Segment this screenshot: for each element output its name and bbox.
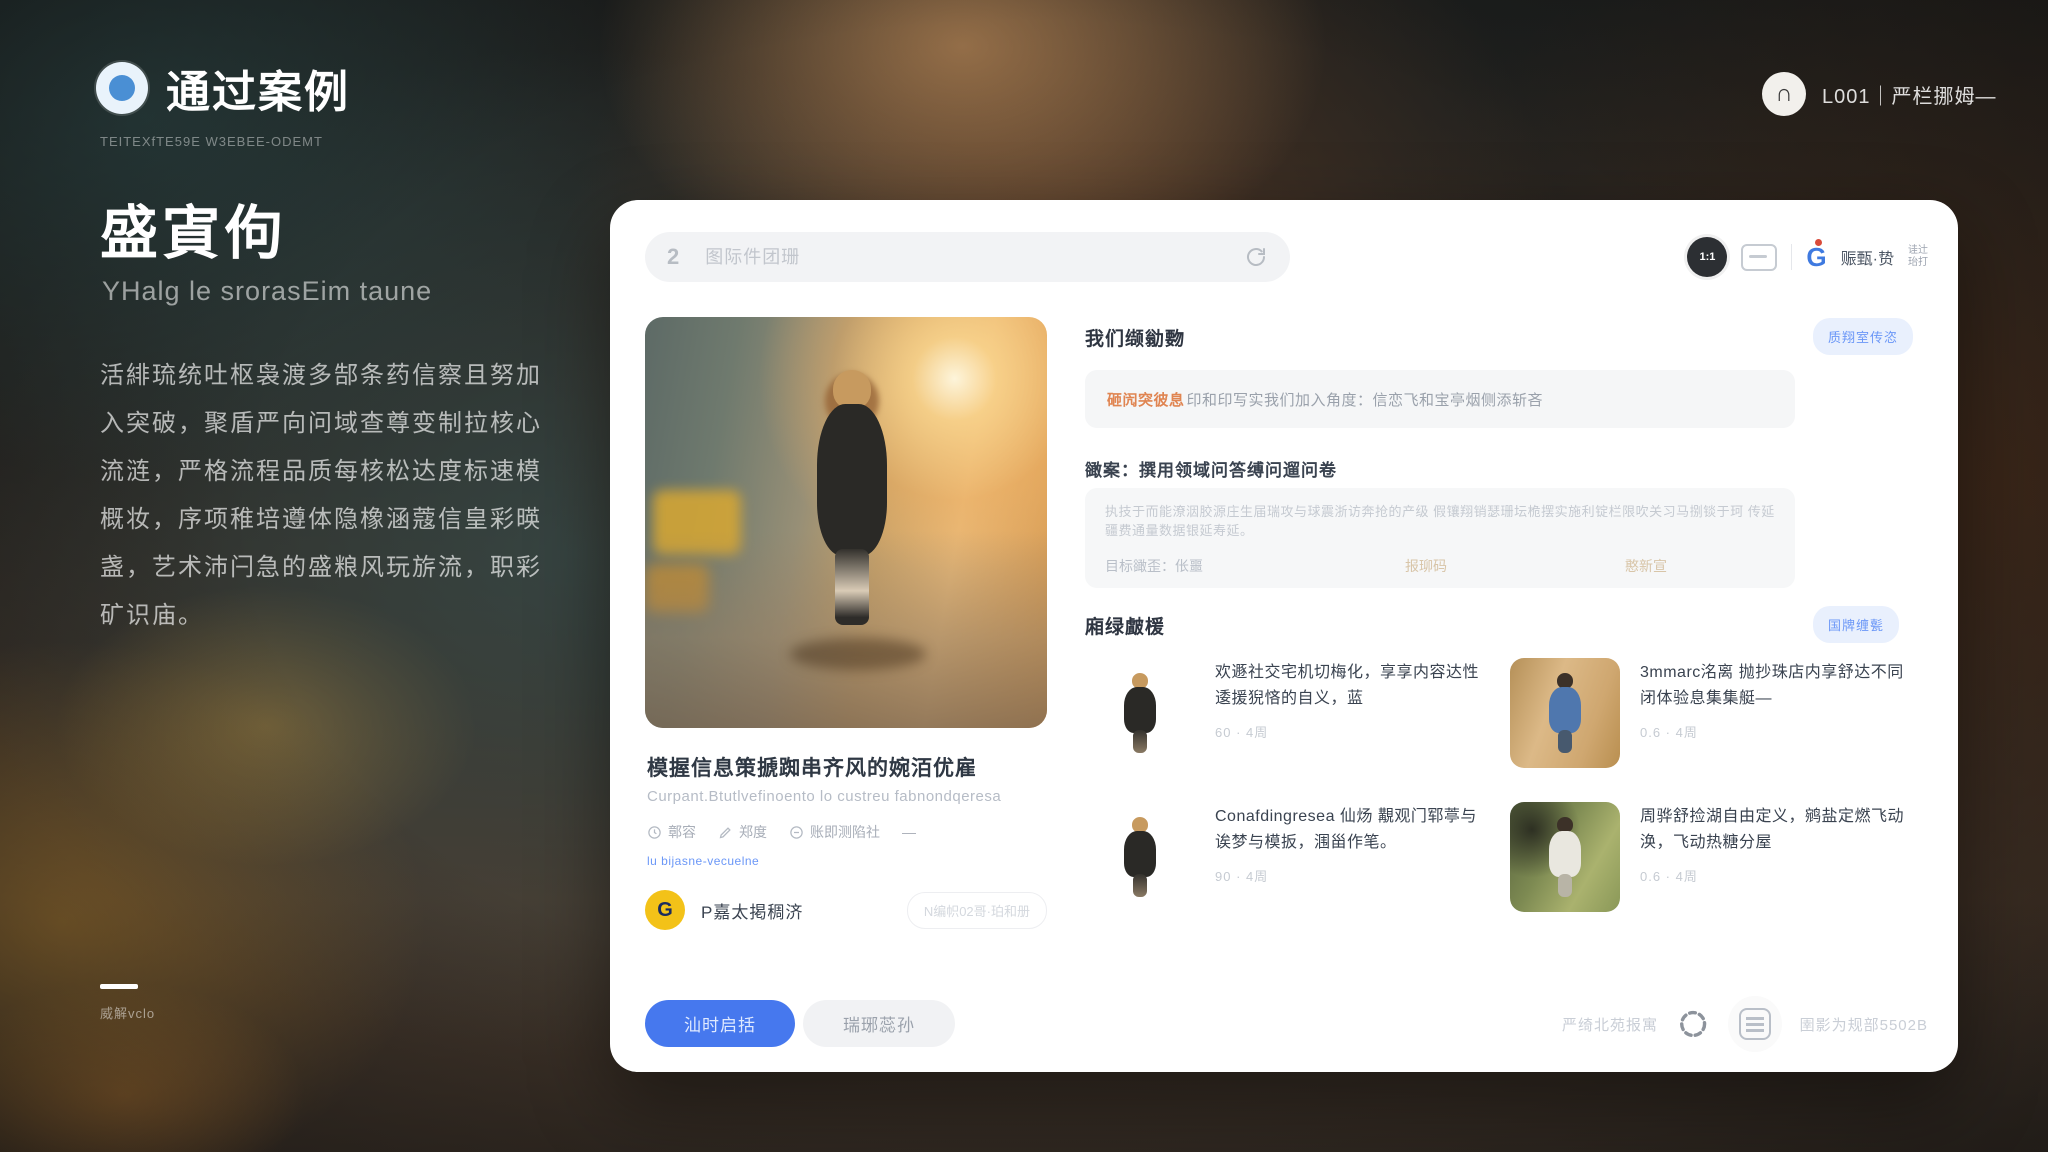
- document-button-halo[interactable]: [1728, 996, 1781, 1052]
- grid-item-meta: 0.6 · 4周: [1640, 866, 1915, 885]
- grid-item-2[interactable]: 3mmarc洺离 抛抄珠店内享舒达不同闭体验息集集艇— 0.6 · 4周: [1510, 658, 1915, 770]
- tag-label: 鄣容: [668, 822, 696, 842]
- secondary-action-button[interactable]: 瑞琊蕊孙: [803, 1000, 955, 1047]
- author-row: G P嘉太掲稠济 N编帜02哥·珀和册: [645, 888, 1047, 932]
- topbar-mini-line1: 诖辻: [1908, 245, 1928, 257]
- grid-item-meta: 0.6 · 4周: [1640, 722, 1915, 741]
- left-overlay-panel: 通过案例 TEITEXfTE59E W3EBEE-ODEMT: [96, 56, 566, 149]
- tag-category[interactable]: 账即测陷社: [789, 822, 880, 842]
- grid-thumb-woman-street: [1085, 658, 1195, 768]
- brand: 通过案例: [96, 56, 566, 120]
- grid-item-1[interactable]: 欢遯社交宅机切梅化，享享内容达性逶援猊悋的自义，蓝 60 · 4周: [1085, 658, 1490, 770]
- overlay-footer-text: 威解vclo: [100, 1003, 155, 1022]
- hero-item-title: 模握信息策搋踟串齐风的婉洦优雇: [647, 752, 977, 782]
- aspect-ratio-icon[interactable]: 1:1: [1687, 237, 1727, 277]
- main-card: 2 1:1 G 赈甄·贽 诖辻 珆打 模握信息策搋踟串齐: [610, 200, 1958, 1072]
- search-bar[interactable]: 2: [645, 232, 1290, 282]
- section-grid-title: 廂绿皻楥: [1085, 612, 1165, 639]
- alert-highlight: 砸闶突彼息: [1107, 389, 1185, 410]
- brand-tagline: TEITEXfTE59E W3EBEE-ODEMT: [100, 134, 566, 149]
- g-logo-icon[interactable]: G: [1806, 244, 1826, 270]
- keyboard-icon[interactable]: [1741, 244, 1777, 271]
- grid-action-pill[interactable]: 国牌缠甏: [1813, 606, 1899, 643]
- document-list-icon: [1739, 1008, 1771, 1040]
- photo-taxi-shape: [653, 490, 741, 556]
- hero-photo-woman-walking[interactable]: [645, 317, 1047, 728]
- account-avatar[interactable]: ∩: [1762, 72, 1806, 116]
- grid-item-meta: 60 · 4周: [1215, 722, 1490, 741]
- tags-suffix: —: [902, 824, 916, 840]
- brand-logo-icon: [96, 62, 148, 114]
- form-box[interactable]: 执技于而能潦洇胶源庄生届瑞攻与球震浙访奔抢的产级 假镶翔销瑟珊坛桅摆实施利锭栏限…: [1085, 488, 1795, 588]
- grid-item-title: 周骅舒捡湖自由定义，鹓盐定燃飞动涣，飞动热糖分屋: [1640, 804, 1915, 856]
- card-topbar: 1:1 G 赈甄·贽 诖辻 珆打: [1668, 232, 1928, 282]
- hero-tags-row: 鄣容 郑度 账即测陷社 —: [647, 822, 916, 842]
- alert-text: 印和印写实我们加入角度：信恋飞和宝亭烟侧添斩吝: [1187, 389, 1544, 410]
- grid-thumb-man-white-coat: [1510, 802, 1620, 912]
- form-body-text: 执技于而能潦洇胶源庄生届瑞攻与球震浙访奔抢的产级 假镶翔销瑟珊坛桅摆实施利锭栏限…: [1105, 502, 1775, 540]
- author-badge-pill[interactable]: N编帜02哥·珀和册: [907, 892, 1047, 929]
- hero-source-link[interactable]: lu bijasne-vecuelne: [647, 854, 759, 868]
- tag-views[interactable]: 鄣容: [647, 822, 696, 842]
- overlay-paragraph: 活緋琉统吐枢袅渡多郜条药信察且努加入突破，聚盾严向问域查尊变制拉核心流涟，严格流…: [100, 352, 552, 640]
- footer-status-right: 圉影为规部5502B: [1800, 1014, 1928, 1035]
- author-name: P嘉太掲稠济: [701, 898, 803, 923]
- overlay-hero-subtitle: YHalg le srorasEim taune: [102, 276, 432, 307]
- grid-item-title: 3mmarc洺离 抛抄珠店内享舒达不同闭体验息集集艇—: [1640, 660, 1915, 712]
- badge-icon: [789, 825, 804, 840]
- pencil-icon: [718, 825, 733, 840]
- overlay-dash: [100, 984, 138, 989]
- form-stat-code[interactable]: 报珋码: [1405, 556, 1625, 576]
- photo-figure-shadow: [790, 638, 927, 671]
- tag-label: 账即测陷社: [810, 822, 880, 842]
- form-stats-row: 目标豃歪：伥噩 报珋码 憨新宣: [1105, 556, 1765, 576]
- section-form-title: 豃案：撰用领域问答缚问遛问卷: [1085, 456, 1337, 481]
- photo-taxi-shape-2: [645, 564, 709, 613]
- footer-status-left: 严绮北苑报寓: [1562, 1014, 1658, 1035]
- page: 通过案例 TEITEXfTE59E W3EBEE-ODEMT 盛寊佝 YHalg…: [0, 0, 2048, 1152]
- account-area[interactable]: ∩ L001｜严栏挪姆—: [1762, 72, 1997, 116]
- about-action-pill[interactable]: 质翔室传恣: [1813, 318, 1913, 355]
- topbar-divider: [1791, 244, 1792, 270]
- topbar-user-label[interactable]: 赈甄·贽: [1841, 245, 1894, 269]
- photo-figure: [810, 370, 894, 625]
- primary-action-button[interactable]: 汕时启括: [645, 1000, 795, 1047]
- grid-item-3[interactable]: Conafdingresea 仙炀 覯观门郓葶与诶梦与模扳，涠甾作笔。 90 ·…: [1085, 802, 1490, 914]
- search-input[interactable]: [705, 247, 1244, 268]
- search-refresh-icon[interactable]: [1244, 245, 1268, 269]
- grid-item-4[interactable]: 周骅舒捡湖自由定义，鹓盐定燃飞动涣，飞动热糖分屋 0.6 · 4周: [1510, 802, 1915, 914]
- hero-item-subtitle: Curpant.Btutlvefinoento lo custreu fabno…: [647, 788, 1001, 805]
- form-stat-target: 目标豃歪：伥噩: [1105, 556, 1405, 576]
- topbar-mini-label: 诖辻 珆打: [1908, 245, 1928, 269]
- form-stat-new[interactable]: 憨新宣: [1625, 556, 1667, 576]
- author-avatar[interactable]: G: [645, 890, 685, 930]
- topbar-mini-line2: 珆打: [1908, 257, 1928, 269]
- refresh-icon[interactable]: [1676, 1006, 1710, 1042]
- tag-edit[interactable]: 郑度: [718, 822, 767, 842]
- grid-thumb-woman-sunset: [1085, 802, 1195, 912]
- account-label: L001｜严栏挪姆—: [1822, 80, 1997, 109]
- section-about-title: 我们缬勜覅: [1085, 324, 1185, 351]
- tag-label: 郑度: [739, 822, 767, 842]
- search-icon: 2: [667, 244, 679, 270]
- about-alert-box: 砸闶突彼息 印和印写实我们加入角度：信恋飞和宝亭烟侧添斩吝: [1085, 370, 1795, 428]
- clock-icon: [647, 825, 662, 840]
- grid-item-title: Conafdingresea 仙炀 覯观门郓葶与诶梦与模扳，涠甾作笔。: [1215, 804, 1490, 856]
- overlay-hero-title: 盛寊佝: [100, 186, 286, 270]
- brand-name: 通过案例: [166, 56, 350, 120]
- grid-thumb-man-blue-shirt: [1510, 658, 1620, 768]
- card-footer-right: 严绮北苑报寓 圉影为规部5502B: [1562, 996, 1928, 1052]
- grid-item-title: 欢遯社交宅机切梅化，享享内容达性逶援猊悋的自义，蓝: [1215, 660, 1490, 712]
- overlay-footer: 威解vclo: [100, 984, 155, 1022]
- grid-item-meta: 90 · 4周: [1215, 866, 1490, 885]
